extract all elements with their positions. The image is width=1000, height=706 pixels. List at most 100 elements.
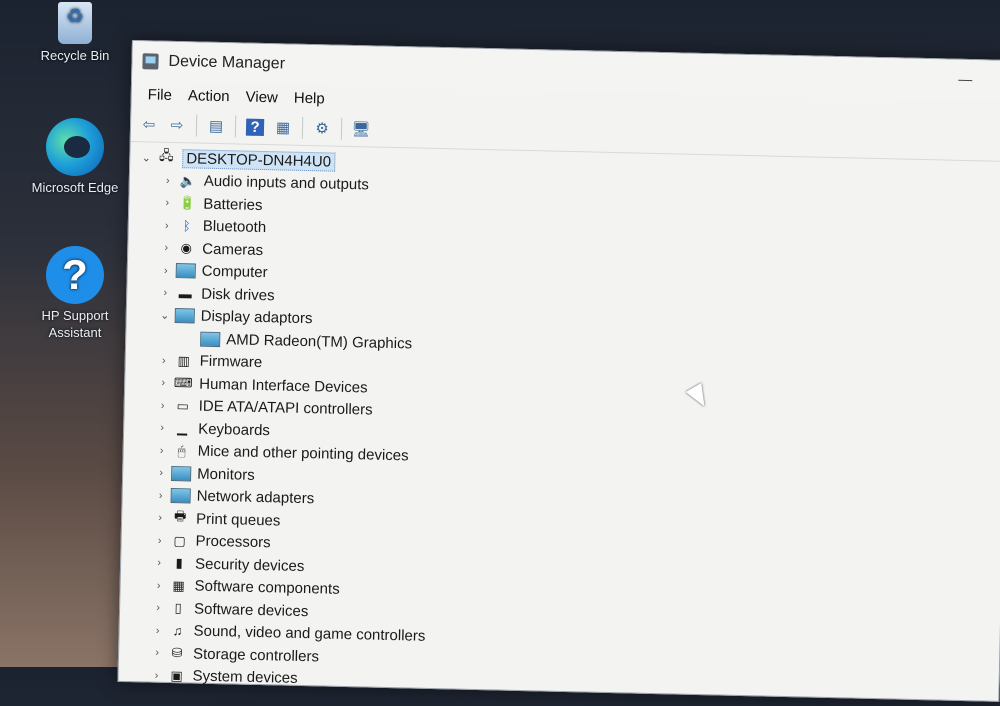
- desktop-icon-recycle-bin[interactable]: Recycle Bin: [20, 2, 130, 64]
- chevron-right-icon[interactable]: ›: [156, 264, 176, 277]
- software-component-icon: ▦: [172, 577, 185, 594]
- forward-button[interactable]: ⇨: [165, 114, 189, 137]
- tree-item-label: Display adaptors: [200, 307, 313, 328]
- tree-item-label: System devices: [192, 667, 298, 688]
- desktop-icon-hp-support-assistant[interactable]: ? HP Support Assistant: [20, 246, 130, 341]
- update-driver-button[interactable]: ⚙: [310, 117, 334, 140]
- battery-icon: 🔋: [179, 195, 196, 211]
- sound-controller-icon: ♫: [172, 623, 183, 639]
- chevron-right-icon[interactable]: ›: [153, 377, 173, 389]
- tree-item-label: Print queues: [195, 510, 281, 530]
- chevron-right-icon[interactable]: ›: [158, 174, 178, 187]
- security-device-icon: ▮: [175, 555, 183, 571]
- ide-controller-icon: ▭: [176, 397, 190, 414]
- tree-item-label: Monitors: [196, 465, 255, 484]
- details-view-button[interactable]: ▦: [271, 116, 295, 139]
- hid-icon: ⌨: [173, 375, 193, 391]
- toolbar-separator: [195, 114, 198, 137]
- tree-item-label: IDE ATA/ATAPI controllers: [198, 397, 373, 419]
- tree-item-label: Audio inputs and outputs: [203, 172, 370, 194]
- storage-controller-icon: ⛁: [171, 645, 183, 661]
- chevron-right-icon[interactable]: ›: [157, 219, 177, 232]
- desktop: Recycle Bin Microsoft Edge ? HP Support …: [0, 0, 135, 667]
- monitor-icon: [171, 465, 192, 482]
- tree-item-label: Storage controllers: [192, 645, 320, 666]
- chevron-down-icon[interactable]: ⌄: [155, 309, 175, 322]
- chevron-right-icon[interactable]: ›: [147, 647, 167, 659]
- computer-icon: [175, 263, 196, 279]
- network-adapter-icon: [170, 488, 191, 504]
- tree-item-label: Network adapters: [196, 487, 315, 508]
- back-button[interactable]: ⇦: [137, 113, 161, 136]
- update-driver-icon: ⚙: [315, 120, 329, 138]
- recycle-bin-icon: [58, 2, 92, 44]
- chevron-right-icon[interactable]: ›: [150, 512, 170, 524]
- properties-pane-icon: ▤: [208, 117, 224, 136]
- device-manager-icon: [142, 53, 159, 70]
- firmware-icon: ▥: [177, 352, 191, 369]
- camera-icon: ◉: [180, 240, 193, 256]
- chevron-right-icon[interactable]: ›: [154, 354, 174, 367]
- device-tree: ⌄ 🖧 DESKTOP-DN4H4U0 › 🔈 Audio inputs and o…: [118, 142, 1000, 706]
- chevron-right-icon[interactable]: ›: [151, 467, 171, 479]
- details-view-icon: ▦: [275, 119, 291, 137]
- mouse-icon: 🖱: [177, 442, 186, 459]
- desktop-icon-label: Recycle Bin: [40, 48, 110, 63]
- tree-item-label: Human Interface Devices: [199, 375, 368, 397]
- desktop-icon-microsoft-edge[interactable]: Microsoft Edge: [20, 118, 130, 196]
- disk-drive-icon: ▬: [178, 285, 192, 302]
- tree-item-label: Software devices: [193, 600, 309, 620]
- chevron-right-icon[interactable]: ›: [153, 399, 173, 412]
- minimize-button[interactable]: [958, 79, 973, 81]
- chevron-right-icon[interactable]: ›: [152, 444, 172, 456]
- tree-item-label: Software components: [194, 577, 340, 599]
- back-arrow-icon: ⇦: [142, 116, 156, 134]
- chevron-right-icon[interactable]: ›: [156, 242, 176, 254]
- chevron-right-icon[interactable]: ›: [148, 602, 168, 614]
- desktop-icon-label: Microsoft Edge: [31, 180, 119, 195]
- tree-item-label: Cameras: [202, 240, 264, 259]
- tree-item-label: Sound, video and game controllers: [193, 622, 426, 646]
- chevron-right-icon[interactable]: ›: [157, 197, 177, 209]
- properties-pane-button[interactable]: ▤: [204, 115, 228, 138]
- toolbar-separator: [234, 115, 237, 138]
- chevron-right-icon[interactable]: ›: [148, 579, 168, 591]
- chevron-right-icon[interactable]: ›: [147, 624, 167, 636]
- scan-hardware-button[interactable]: 🖥: [349, 118, 373, 141]
- system-device-icon: ▣: [170, 667, 183, 684]
- device-manager-window: Device Manager File Action View Help ⇦ ⇨…: [117, 40, 1000, 702]
- help-icon: ?: [246, 118, 264, 136]
- tree-item-label: Security devices: [194, 555, 305, 575]
- processor-icon: ▢: [173, 532, 186, 549]
- toolbar-separator: [340, 117, 343, 140]
- edge-icon: [46, 118, 104, 176]
- question-mark-icon: ?: [46, 246, 104, 304]
- tree-item-label: Bluetooth: [202, 217, 267, 237]
- menu-view[interactable]: View: [237, 86, 286, 108]
- menu-file[interactable]: File: [140, 84, 181, 106]
- tree-item-label: Mice and other pointing devices: [197, 442, 409, 465]
- chevron-right-icon[interactable]: ›: [152, 422, 172, 434]
- tree-item-label: AMD Radeon(TM) Graphics: [226, 330, 413, 353]
- tree-item-label: Keyboards: [198, 420, 271, 439]
- chevron-down-icon[interactable]: ⌄: [136, 151, 156, 164]
- menu-action[interactable]: Action: [180, 85, 238, 107]
- help-button[interactable]: ?: [243, 116, 267, 139]
- chevron-right-icon[interactable]: ›: [146, 669, 166, 681]
- chevron-right-icon[interactable]: ›: [151, 489, 171, 501]
- forward-arrow-icon: ⇨: [170, 116, 184, 135]
- scan-hardware-icon: 🖥: [351, 121, 371, 139]
- chevron-right-icon[interactable]: ›: [150, 534, 170, 546]
- speaker-icon: 🔈: [179, 172, 197, 189]
- computer-network-icon: 🖧: [158, 147, 174, 164]
- tree-item-label: Disk drives: [201, 285, 275, 305]
- menu-help[interactable]: Help: [286, 87, 333, 109]
- chevron-right-icon[interactable]: ›: [155, 287, 175, 299]
- desktop-icon-label: HP Support Assistant: [41, 308, 109, 340]
- tree-root-label: DESKTOP-DN4H4U0: [182, 148, 336, 172]
- tree-item-label: Firmware: [199, 352, 263, 372]
- tree-item-label: Batteries: [203, 195, 263, 214]
- display-adapter-icon: [174, 308, 195, 324]
- chevron-right-icon[interactable]: ›: [149, 557, 169, 569]
- keyboard-icon: ▁: [177, 420, 188, 436]
